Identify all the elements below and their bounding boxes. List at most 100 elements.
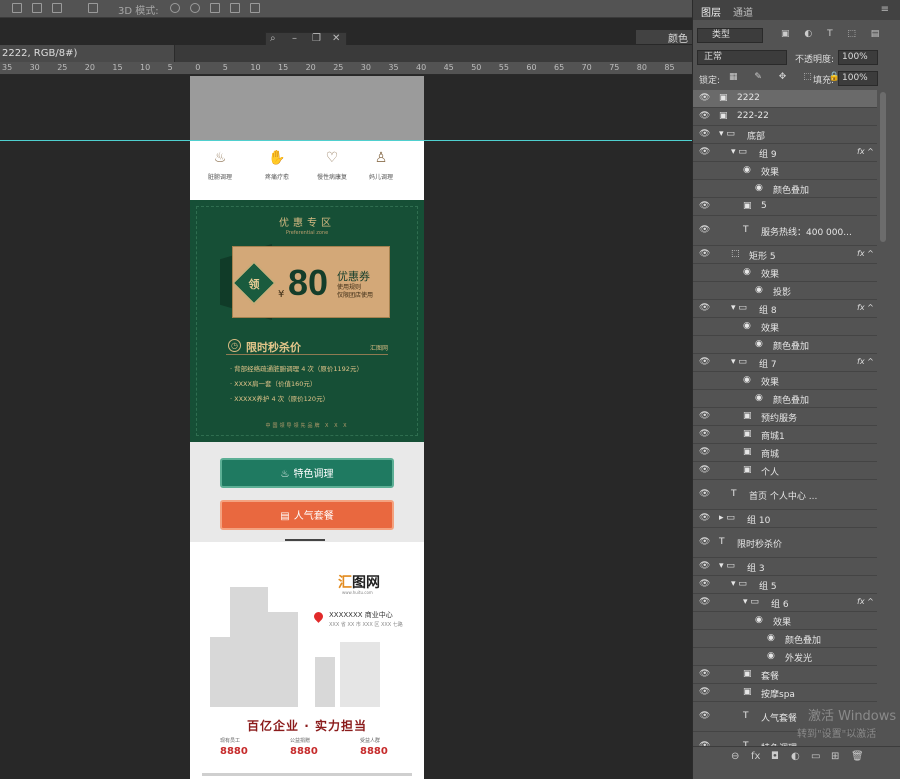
blend-mode-select[interactable]: 正常: [697, 50, 787, 65]
service-item[interactable]: ✋ 疼痛疗愈: [252, 150, 302, 181]
layer-row[interactable]: 👁 ▾ ▭ 组 7 fx ^: [693, 354, 877, 372]
horizontal-scrollbar[interactable]: [202, 773, 412, 776]
filter-icons[interactable]: ▣ ◐ T ⬚ ▤: [781, 29, 885, 39]
layer-row[interactable]: 👁 ▣ 按摩spa: [693, 684, 877, 702]
visibility-eye-icon[interactable]: 👁: [699, 429, 710, 439]
visibility-eye-icon[interactable]: 👁: [699, 447, 710, 457]
layer-row[interactable]: 👁 ▣ 222-22: [693, 108, 877, 126]
fx-icon[interactable]: fx ^: [857, 357, 874, 366]
panel-footer-icon[interactable]: ⊞: [831, 751, 839, 762]
panel-footer-icon[interactable]: 🗑: [851, 751, 864, 762]
fx-icon[interactable]: fx ^: [857, 303, 874, 312]
color-panel-tab[interactable]: 颜色: [636, 30, 692, 45]
visibility-eye-icon[interactable]: 👁: [699, 147, 710, 157]
layer-row[interactable]: 👁 ▾ ▭ 组 8 fx ^: [693, 300, 877, 318]
layer-row[interactable]: ◉ 效果: [693, 318, 877, 336]
visibility-eye-icon[interactable]: 👁: [699, 597, 710, 607]
pan-3d-icon[interactable]: [210, 3, 220, 13]
service-item[interactable]: ♡ 慢性病康复: [307, 150, 357, 181]
visibility-eye-icon[interactable]: 👁: [699, 465, 710, 475]
visibility-eye-icon[interactable]: 👁: [699, 357, 710, 367]
align-left-icon[interactable]: [12, 3, 22, 13]
layer-row[interactable]: 👁 T 首页 个人中心 ...: [693, 480, 877, 510]
visibility-eye-icon[interactable]: 👁: [699, 225, 710, 235]
fx-icon[interactable]: fx ^: [857, 147, 874, 156]
layer-row[interactable]: ◉ 投影: [693, 282, 877, 300]
layer-row[interactable]: ◉ 效果: [693, 162, 877, 180]
visibility-eye-icon[interactable]: 👁: [699, 537, 710, 547]
tab-channels[interactable]: 通道: [733, 4, 753, 19]
align-center-icon[interactable]: [32, 3, 42, 13]
layer-row[interactable]: 👁 ▣ 商城1: [693, 426, 877, 444]
artboard[interactable]: ♨ 脏腑调理 ✋ 疼痛疗愈 ♡ 慢性病康复 ♙ 妈儿调理 优惠专区 Preferenti…: [190, 76, 424, 779]
layer-row[interactable]: 👁 ▣ 预约服务: [693, 408, 877, 426]
panel-footer-icon[interactable]: ◐: [791, 751, 800, 762]
layer-row[interactable]: 👁 ▣ 商城: [693, 444, 877, 462]
service-item[interactable]: ♨ 脏腑调理: [195, 150, 245, 181]
fx-icon[interactable]: fx ^: [857, 249, 874, 258]
visibility-eye-icon[interactable]: 👁: [699, 489, 710, 499]
align-right-icon[interactable]: [52, 3, 62, 13]
layer-row[interactable]: ◉ 效果: [693, 264, 877, 282]
layer-row[interactable]: 👁 ▣ 2222: [693, 90, 877, 108]
layer-row[interactable]: 👁 ▾ ▭ 组 3: [693, 558, 877, 576]
restore-icon[interactable]: ❐: [312, 33, 321, 44]
layer-row[interactable]: 👁 ▸ ▭ 组 10: [693, 510, 877, 528]
popular-package-button[interactable]: ▤ 人气套餐: [220, 500, 394, 530]
scale-3d-icon[interactable]: [250, 3, 260, 13]
layer-row[interactable]: 👁 ▣ 套餐: [693, 666, 877, 684]
featured-care-button[interactable]: ♨ 特色调理: [220, 458, 394, 488]
roll-3d-icon[interactable]: [190, 3, 200, 13]
visibility-eye-icon[interactable]: 👁: [699, 93, 710, 103]
layer-row[interactable]: ◉ 颜色叠加: [693, 390, 877, 408]
visibility-eye-icon[interactable]: 👁: [699, 711, 710, 721]
layer-row[interactable]: ◉ 颜色叠加: [693, 180, 877, 198]
search-icon[interactable]: ⌕: [270, 33, 276, 44]
layer-row[interactable]: 👁 ⬚ 矩形 5 fx ^: [693, 246, 877, 264]
close-icon[interactable]: ✕: [332, 33, 340, 44]
layers-scrollbar[interactable]: [880, 92, 886, 242]
layer-row[interactable]: 👁 ▾ ▭ 组 6 fx ^: [693, 594, 877, 612]
panel-footer-icon[interactable]: ◘: [771, 751, 779, 762]
document-tab[interactable]: 2222, RGB/8#): [0, 45, 175, 62]
visibility-eye-icon[interactable]: 👁: [699, 561, 710, 571]
slide-3d-icon[interactable]: [230, 3, 240, 13]
fx-icon[interactable]: fx ^: [857, 597, 874, 606]
visibility-eye-icon[interactable]: 👁: [699, 303, 710, 313]
opacity-input[interactable]: 100%: [838, 50, 878, 65]
panel-footer-icon[interactable]: ▭: [811, 751, 820, 762]
layer-row[interactable]: ◉ 外发光: [693, 648, 877, 666]
visibility-eye-icon[interactable]: 👁: [699, 201, 710, 211]
visibility-eye-icon[interactable]: 👁: [699, 111, 710, 121]
visibility-eye-icon[interactable]: 👁: [699, 669, 710, 679]
layer-row[interactable]: 👁 ▣ 5: [693, 198, 877, 216]
service-item[interactable]: ♙ 妈儿调理: [356, 150, 406, 181]
layer-row[interactable]: ◉ 效果: [693, 612, 877, 630]
minimize-icon[interactable]: –: [292, 33, 297, 44]
layer-row[interactable]: 👁 ▾ ▭ 组 5: [693, 576, 877, 594]
visibility-eye-icon[interactable]: 👁: [699, 687, 710, 697]
layer-row[interactable]: ◉ 颜色叠加: [693, 630, 877, 648]
layer-row[interactable]: 👁 ▾ ▭ 底部: [693, 126, 877, 144]
orbit-3d-icon[interactable]: [170, 3, 180, 13]
layer-row[interactable]: ◉ 颜色叠加: [693, 336, 877, 354]
distribute-icon[interactable]: [88, 3, 98, 13]
fill-input[interactable]: 100%: [838, 71, 878, 86]
visibility-eye-icon[interactable]: 👁: [699, 249, 710, 259]
visibility-eye-icon[interactable]: 👁: [699, 129, 710, 139]
layer-row[interactable]: 👁 ▾ ▭ 组 9 fx ^: [693, 144, 877, 162]
horizontal-ruler[interactable]: 35 30 25 20 15 10 5 0 5 10 15 20 25 30 35 40 45 50 55 60 65 7…: [0, 62, 692, 75]
layer-row[interactable]: ◉ 效果: [693, 372, 877, 390]
guide-line[interactable]: [0, 140, 692, 141]
panel-footer-icon[interactable]: ⊖: [731, 751, 739, 762]
layer-row[interactable]: 👁 T 限时秒杀价: [693, 528, 877, 558]
tab-layers[interactable]: 图层: [701, 4, 721, 19]
layer-row[interactable]: 👁 T 服务热线：400 000...: [693, 216, 877, 246]
visibility-eye-icon[interactable]: 👁: [699, 513, 710, 523]
layer-row[interactable]: 👁 ▣ 个人: [693, 462, 877, 480]
panel-footer-icon[interactable]: fx: [751, 751, 760, 762]
visibility-eye-icon[interactable]: 👁: [699, 579, 710, 589]
visibility-eye-icon[interactable]: 👁: [699, 411, 710, 421]
panel-menu-icon[interactable]: ≡: [881, 4, 889, 15]
layer-filter-select[interactable]: 类型: [697, 28, 763, 43]
